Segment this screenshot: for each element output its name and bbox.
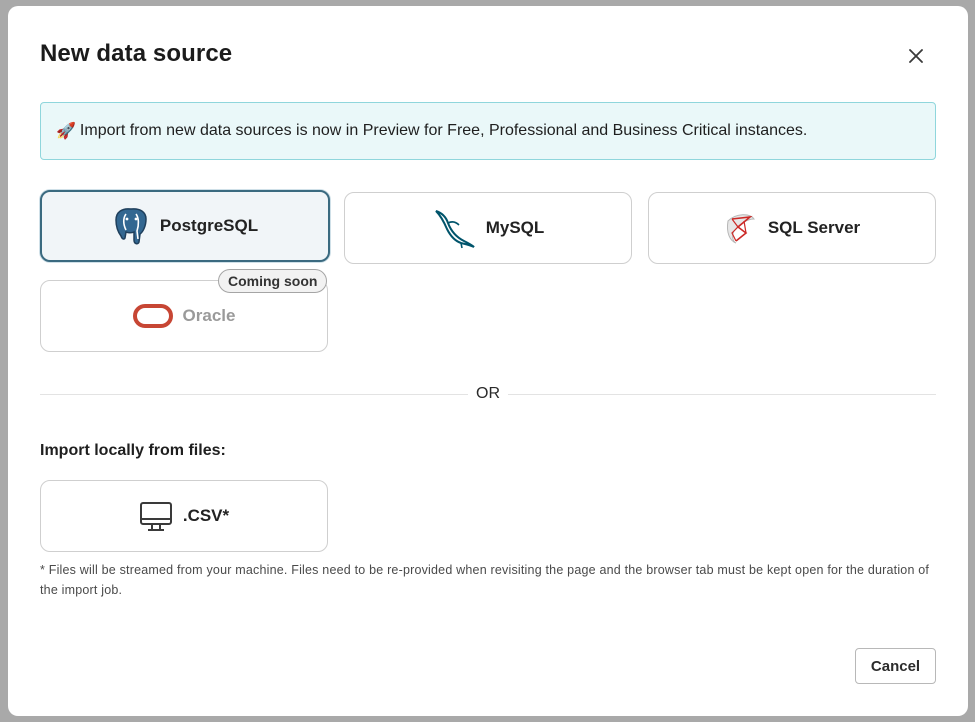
- source-label: SQL Server: [767, 218, 861, 237]
- divider-or-text: OR: [468, 385, 508, 405]
- streaming-footnote: * Files will be streamed from your machi…: [40, 563, 930, 597]
- preview-banner: 🚀 Import from new data sources is now in…: [40, 102, 936, 160]
- monitor-icon: [139, 499, 173, 533]
- postgresql-icon: [112, 206, 150, 246]
- csv-label: .CSV*: [182, 506, 230, 525]
- source-card-sql-server[interactable]: SQL Server: [648, 192, 936, 264]
- source-label: PostgreSQL: [159, 216, 259, 235]
- banner-text: Import from new data sources is now in P…: [79, 122, 808, 139]
- dialog-title: New data source: [40, 40, 233, 67]
- coming-soon-badge: Coming soon: [218, 269, 328, 293]
- source-label: MySQL: [485, 218, 545, 237]
- source-card-postgresql[interactable]: PostgreSQL: [40, 190, 330, 262]
- mysql-icon: [432, 207, 476, 249]
- source-card-mysql[interactable]: MySQL: [344, 192, 632, 264]
- rocket-icon: 🚀: [56, 123, 76, 140]
- cancel-button[interactable]: Cancel: [855, 648, 936, 684]
- local-import-label: Import locally from files:: [40, 442, 226, 459]
- new-data-source-dialog: New data source 🚀 Import from new data s…: [8, 6, 968, 716]
- oracle-icon: [132, 303, 173, 329]
- source-label: Oracle: [182, 306, 236, 325]
- sql-server-icon: [724, 211, 758, 245]
- source-card-csv[interactable]: .CSV*: [40, 480, 328, 552]
- close-icon: [909, 49, 923, 63]
- close-button[interactable]: [904, 44, 928, 68]
